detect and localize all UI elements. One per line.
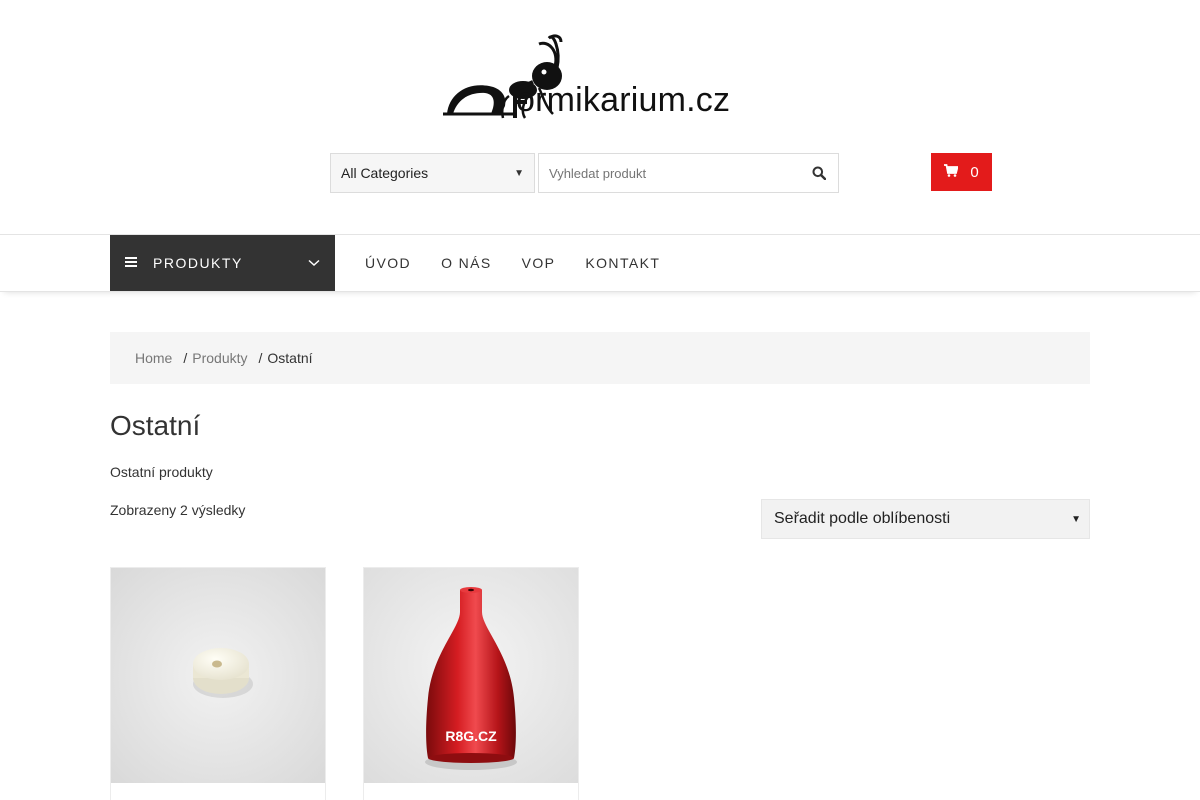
nav-link-o-nas[interactable]: O NÁS	[441, 255, 492, 271]
product-search-bar: All Categories ▼	[330, 153, 839, 193]
search-icon[interactable]	[810, 164, 828, 182]
product-image[interactable]	[111, 568, 325, 783]
sort-select[interactable]: Seřadit podle oblíbenosti ▼	[761, 499, 1090, 539]
cart-count: 0	[970, 163, 979, 181]
category-select-value: All Categories	[341, 165, 429, 181]
category-select[interactable]: All Categories ▼	[330, 153, 535, 193]
cart-icon	[944, 163, 959, 181]
chevron-down-icon	[308, 254, 320, 272]
nav-link-uvod[interactable]: ÚVOD	[365, 255, 411, 271]
chevron-down-icon: ▼	[514, 167, 524, 179]
breadcrumb-produkty[interactable]: Produkty	[192, 350, 247, 366]
sort-select-value: Seřadit podle oblíbenosti	[774, 510, 951, 527]
product-card[interactable]: R8G.CZ	[363, 567, 579, 800]
nav-link-kontakt[interactable]: KONTAKT	[585, 255, 660, 271]
breadcrumb-separator: /	[258, 350, 263, 366]
search-input[interactable]	[549, 165, 789, 181]
products-category-menu[interactable]: PRODUKTY	[110, 235, 335, 291]
result-count: Zobrazeny 2 výsledky	[110, 502, 246, 518]
nav-link-vop[interactable]: VOP	[522, 255, 556, 271]
products-menu-label: PRODUKTY	[153, 255, 243, 271]
cart-button[interactable]: 0	[931, 153, 992, 191]
main-navigation: PRODUKTY ÚVOD O NÁS VOP KONTAKT	[0, 234, 1200, 292]
breadcrumb-current: Ostatní	[267, 350, 313, 366]
product-image-text: R8G.CZ	[445, 728, 497, 744]
page-title: Ostatní	[110, 410, 201, 441]
menu-icon	[125, 254, 137, 272]
breadcrumb-separator: /	[183, 350, 188, 366]
breadcrumb-home[interactable]: Home	[135, 350, 172, 366]
product-card[interactable]	[110, 567, 326, 800]
search-field	[538, 153, 839, 193]
product-image[interactable]: R8G.CZ	[364, 568, 578, 783]
nav-links: ÚVOD O NÁS VOP KONTAKT	[365, 235, 660, 291]
logo-text: ormikarium.cz	[516, 81, 731, 119]
breadcrumb: Home / Produkty / Ostatní	[110, 332, 1090, 384]
page-description: Ostatní produkty	[110, 464, 213, 480]
chevron-down-icon: ▼	[1071, 513, 1081, 525]
